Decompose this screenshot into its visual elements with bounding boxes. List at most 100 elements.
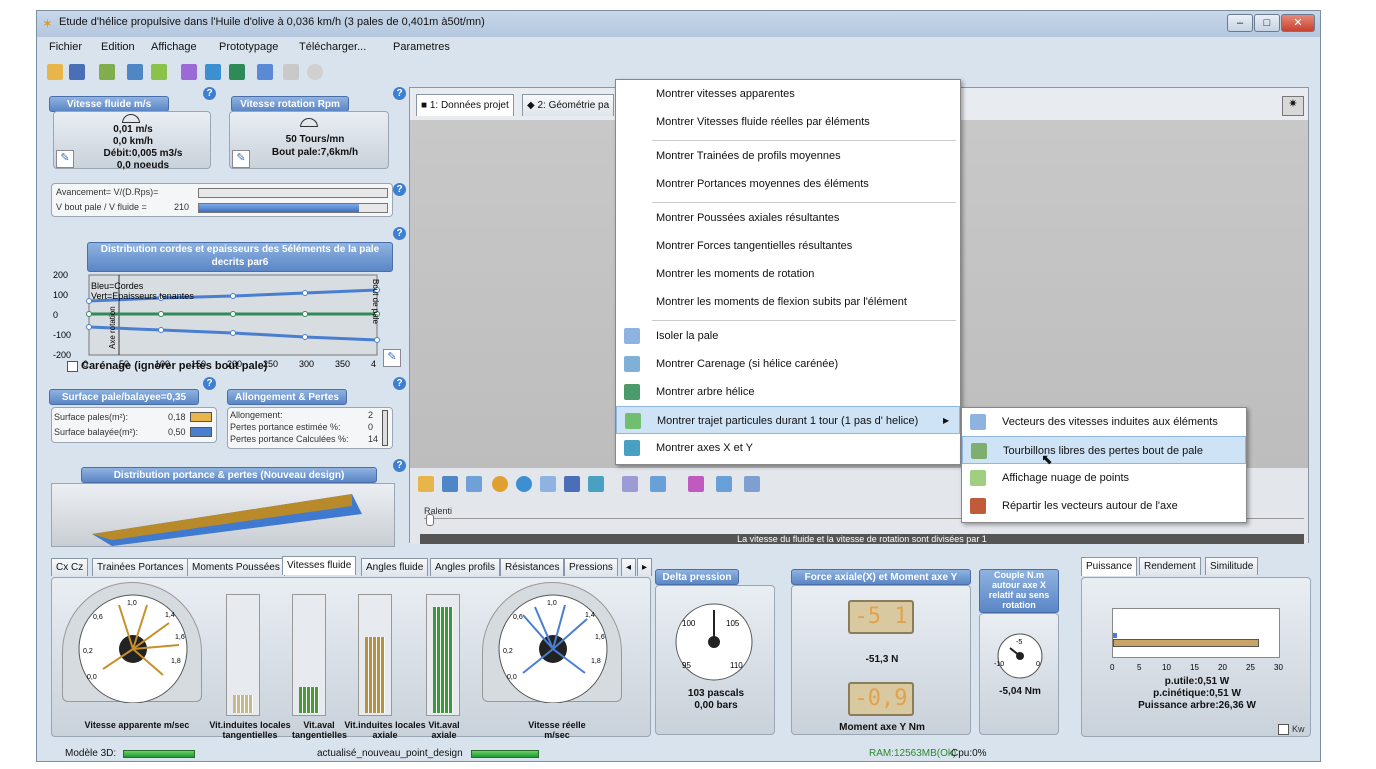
force-title[interactable]: Force axiale(X) et Moment axe Y: [791, 569, 971, 585]
maximize-button[interactable]: □: [1254, 14, 1280, 32]
person-icon[interactable]: [205, 64, 221, 80]
tab-rendement[interactable]: Rendement: [1139, 557, 1201, 575]
tab-similitude[interactable]: Similitude: [1205, 557, 1259, 575]
fluid-speed-title[interactable]: Vitesse fluide m/s: [49, 96, 169, 112]
minimize-button[interactable]: –: [1227, 14, 1253, 32]
propeller-view-icon[interactable]: [650, 476, 666, 492]
propeller-icon[interactable]: ✷: [1282, 96, 1304, 116]
tab-angles-fluide[interactable]: Angles fluide: [361, 558, 429, 576]
menu-item-arbre-helice[interactable]: Montrer arbre hélice: [616, 378, 960, 406]
display-options-icon[interactable]: [588, 476, 604, 492]
menu-item-poussees[interactable]: Montrer Poussées axiales résultantes: [616, 204, 960, 232]
help-icon[interactable]: ?: [393, 87, 406, 100]
tab-angles-profils[interactable]: Angles profils: [430, 558, 501, 576]
book-icon[interactable]: [229, 64, 245, 80]
tab-cx-cz[interactable]: Cx Cz: [51, 558, 89, 576]
tab-geometrie[interactable]: ◆ 2: Géométrie pa: [522, 94, 615, 116]
menu-item-forces-tangentielles[interactable]: Montrer Forces tangentielles résultantes: [616, 232, 960, 260]
arrow-icon[interactable]: [744, 476, 760, 492]
surface-balayee-value: 0,50: [168, 427, 186, 437]
menu-edition[interactable]: Edition: [101, 41, 135, 53]
screenshot-icon[interactable]: [564, 476, 580, 492]
rotate-icon[interactable]: [516, 476, 532, 492]
profile-icon[interactable]: [688, 476, 704, 492]
pen-icon[interactable]: [181, 64, 197, 80]
menu-prototypage[interactable]: Prototypage: [219, 41, 278, 53]
zoom-icon[interactable]: [492, 476, 508, 492]
distribution-title[interactable]: Distribution cordes et epaisseurs des 5é…: [87, 242, 393, 272]
menu-item-moments-rotation[interactable]: Montrer les moments de rotation: [616, 260, 960, 288]
menu-telecharger[interactable]: Télécharger...: [299, 41, 366, 53]
submenu-item-vecteurs[interactable]: Vecteurs des vitesses induites aux éléme…: [962, 408, 1246, 436]
fluid-speed-knots: 0,0 noeuds: [116, 160, 170, 170]
tab-puissance[interactable]: Puissance: [1081, 557, 1138, 576]
target-icon[interactable]: [307, 64, 323, 80]
tab-scroll-right[interactable]: ▸: [637, 558, 653, 576]
tab-scroll-left[interactable]: ◂: [621, 558, 637, 576]
help-icon[interactable]: ?: [393, 183, 406, 196]
open-folder-icon[interactable]: [47, 64, 63, 80]
pressure-title[interactable]: Delta pression: [655, 569, 739, 585]
help-icon[interactable]: ?: [203, 87, 216, 100]
menu-parametres[interactable]: Parametres: [393, 41, 450, 53]
particles-icon: [625, 413, 641, 429]
couple-title[interactable]: Couple N.m autour axe X relatif au sens …: [979, 569, 1059, 613]
gauge-tick: 0,2: [83, 648, 93, 655]
grid-icon[interactable]: [442, 476, 458, 492]
submenu-item-nuage-points[interactable]: Affichage nuage de points: [962, 464, 1246, 492]
pen-tool-icon[interactable]: [622, 476, 638, 492]
tab-resistances[interactable]: Résistances: [500, 558, 565, 576]
menu-item-trajet-particules[interactable]: Montrer trajet particules durant 1 tour …: [616, 406, 960, 434]
allongement-title[interactable]: Allongement & Pertes: [227, 389, 347, 405]
edit-pencil-icon[interactable]: ✎: [56, 150, 74, 168]
menu-item-trainees[interactable]: Montrer Trainées de profils moyennes: [616, 142, 960, 170]
view-icon[interactable]: [418, 476, 434, 492]
camera-icon[interactable]: [127, 64, 143, 80]
edit-pencil-icon[interactable]: ✎: [383, 349, 401, 367]
propeller-icon[interactable]: [283, 64, 299, 80]
fluid-speed-kmh: 0,0 km/h: [112, 136, 154, 147]
menu-item-vitesses-reelles[interactable]: Montrer Vitesses fluide réelles par élém…: [616, 108, 960, 136]
help-icon[interactable]: ?: [203, 377, 216, 390]
tab-donnees-projet[interactable]: ■ 1: Données projet: [416, 94, 514, 116]
tab-trainees-portances[interactable]: Trainées Portances: [92, 558, 189, 576]
tab-label: Cx Cz: [56, 562, 84, 573]
allongement-slider[interactable]: [382, 410, 388, 446]
menu-affichage[interactable]: Affichage: [151, 41, 197, 53]
menu-item-moments-flexion[interactable]: Montrer les moments de flexion subits pa…: [616, 288, 960, 316]
menu-item-vitesses-apparentes[interactable]: Montrer vitesses apparentes: [616, 80, 960, 108]
export-icon[interactable]: [151, 64, 167, 80]
menu-item-isoler-pale[interactable]: Isoler la pale: [616, 322, 960, 350]
portance-title[interactable]: Distribution portance & pertes (Nouveau …: [81, 467, 377, 483]
image-icon[interactable]: [466, 476, 482, 492]
status-ram: RAM:12563MB(Ok): [869, 748, 957, 759]
gauge-tick: 1,6: [595, 634, 605, 641]
menu-separator: [652, 320, 956, 321]
prototype-icon[interactable]: [99, 64, 115, 80]
bar-fill: [299, 687, 319, 713]
menu-item-carenage[interactable]: Montrer Carenage (si hélice carénée): [616, 350, 960, 378]
save-icon[interactable]: [69, 64, 85, 80]
surface-title[interactable]: Surface pale/balayee=0,35: [49, 389, 199, 405]
help-icon[interactable]: ?: [393, 227, 406, 240]
submenu-item-repartir[interactable]: Répartir les vecteurs autour de l'axe: [962, 492, 1246, 520]
menu-item-portances[interactable]: Montrer Portances moyennes des éléments: [616, 170, 960, 198]
menu-item-axes[interactable]: Montrer axes X et Y: [616, 434, 960, 462]
edit-pencil-icon[interactable]: ✎: [232, 150, 250, 168]
pan-icon[interactable]: [540, 476, 556, 492]
close-button[interactable]: ✕: [1281, 14, 1315, 32]
carenage-checkbox[interactable]: [67, 361, 78, 372]
slider-thumb[interactable]: [426, 514, 434, 526]
rotation-speed-title[interactable]: Vitesse rotation Rpm: [231, 96, 349, 112]
help-icon[interactable]: ?: [393, 459, 406, 472]
menu-fichier[interactable]: Fichier: [49, 41, 82, 53]
tab-moments-poussees[interactable]: Moments Poussées: [187, 558, 285, 576]
blade-icon[interactable]: [716, 476, 732, 492]
tab-pressions[interactable]: Pressions: [564, 558, 618, 576]
document-icon[interactable]: [257, 64, 273, 80]
help-icon[interactable]: ?: [393, 377, 406, 390]
tab-vitesses-fluide[interactable]: Vitesses fluide: [282, 556, 357, 575]
kw-checkbox[interactable]: [1278, 724, 1289, 735]
submenu-item-tourbillons[interactable]: Tourbillons libres des pertes bout de pa…: [962, 436, 1246, 464]
gauge-tick: 100: [682, 619, 696, 628]
